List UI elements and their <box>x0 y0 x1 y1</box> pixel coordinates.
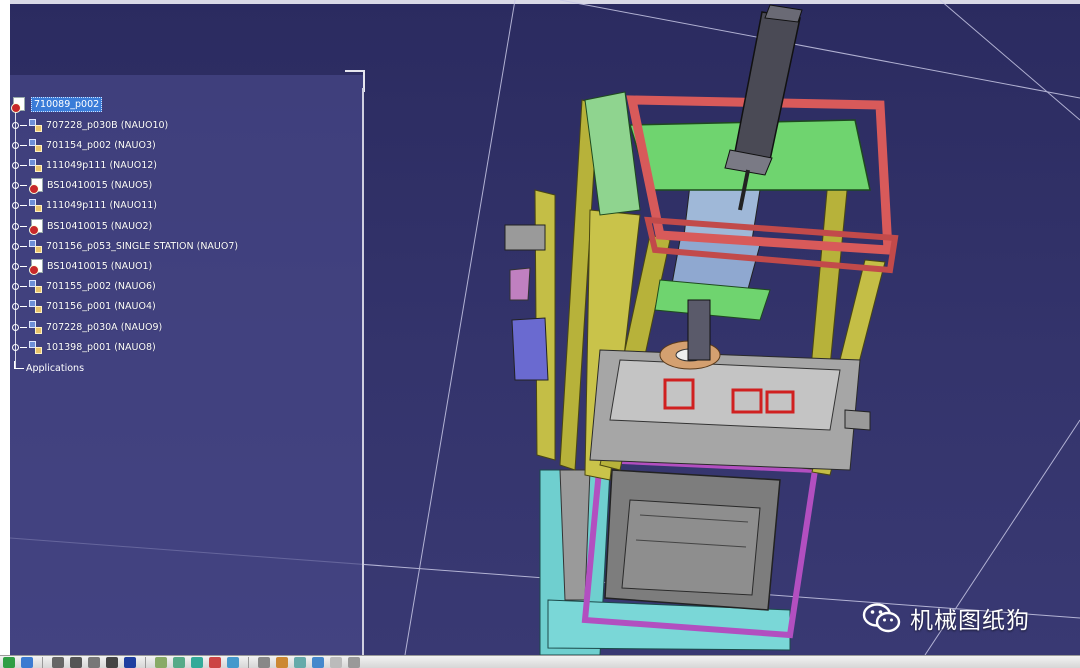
section-icon[interactable] <box>276 657 288 668</box>
spec-tree-item-label: 701155_p002 (NAUO6) <box>46 281 156 293</box>
spec-tree-item[interactable]: 111049p111 (NAUO12) <box>12 157 157 173</box>
camera-icon[interactable] <box>330 657 342 668</box>
product-icon <box>29 218 44 235</box>
tree-elbow-line <box>14 360 24 369</box>
bottom-toolbar <box>0 655 1080 668</box>
expand-node-icon[interactable] <box>12 303 19 311</box>
part-icon <box>29 118 42 132</box>
spec-tree-item-label: BS10410015 (NAUO1) <box>47 260 153 272</box>
expand-node-icon[interactable] <box>12 121 19 129</box>
part-icon <box>29 138 42 152</box>
tree-branch-line <box>20 225 27 227</box>
compass-icon[interactable] <box>3 657 15 668</box>
hide-show-icon[interactable] <box>209 657 221 668</box>
spec-tree-border <box>362 88 364 655</box>
spec-tree-applications[interactable]: Applications <box>14 360 85 375</box>
spec-tree-item-label: BS10410015 (NAUO5) <box>47 180 153 192</box>
spec-tree-item[interactable]: BS10410015 (NAUO1) <box>12 258 153 275</box>
product-icon <box>11 96 26 113</box>
tree-branch-line <box>20 205 27 207</box>
spec-tree-item[interactable]: 701155_p002 (NAUO6) <box>12 279 156 295</box>
tree-branch-line <box>20 164 27 166</box>
spec-tree-root-label[interactable]: 710089_p002 <box>31 96 103 112</box>
swap-visible-icon[interactable] <box>227 657 239 668</box>
watermark-text: 机械图纸狗 <box>910 608 1030 634</box>
part-icon <box>29 158 42 172</box>
wechat-icon <box>862 602 902 634</box>
iso-view-icon[interactable] <box>173 657 185 668</box>
rotate-icon[interactable] <box>70 657 82 668</box>
toolbar-separator <box>42 657 43 668</box>
spec-tree-item[interactable]: 701156_p053_SINGLE STATION (NAUO7) <box>12 238 238 254</box>
window-left-border <box>0 0 10 655</box>
spec-tree-item-label: 101398_p001 (NAUO8) <box>46 341 156 353</box>
spec-tree-item[interactable]: 111049p111 (NAUO11) <box>12 198 157 214</box>
product-icon <box>29 258 44 275</box>
spec-tree-item[interactable]: 101398_p001 (NAUO8) <box>12 339 156 355</box>
spec-tree-item[interactable]: BS10410015 (NAUO5) <box>12 178 153 195</box>
zoom-out-icon[interactable] <box>106 657 118 668</box>
spec-tree-item[interactable]: BS10410015 (NAUO2) <box>12 218 153 235</box>
pan-icon[interactable] <box>52 657 64 668</box>
part-icon <box>29 340 42 354</box>
toolbar-separator <box>248 657 249 668</box>
tree-branch-line <box>20 245 27 247</box>
part-icon <box>29 199 42 213</box>
spec-tree-item[interactable]: 701156_p001 (NAUO4) <box>12 299 156 315</box>
part-icon <box>29 320 42 334</box>
expand-node-icon[interactable] <box>12 323 19 331</box>
expand-node-icon[interactable] <box>12 262 19 270</box>
spec-tree-item-label: 701156_p001 (NAUO4) <box>46 301 156 313</box>
expand-node-icon[interactable] <box>12 222 19 230</box>
tree-branch-line <box>20 326 27 328</box>
spec-tree-item-label: 701154_p002 (NAUO3) <box>46 139 156 151</box>
applications-label: Applications <box>26 362 85 374</box>
expand-node-icon[interactable] <box>12 283 19 291</box>
watermark: 机械图纸狗 <box>862 600 1030 636</box>
render-icon[interactable] <box>312 657 324 668</box>
zoom-in-icon[interactable] <box>88 657 100 668</box>
spec-tree-item[interactable]: 701154_p002 (NAUO3) <box>12 137 156 153</box>
fit-all-icon[interactable] <box>21 657 33 668</box>
tree-branch-line <box>20 265 27 267</box>
spec-tree-root[interactable]: 710089_p002 <box>11 96 103 113</box>
toolbar-separator <box>145 657 146 668</box>
expand-node-icon[interactable] <box>12 343 19 351</box>
part-icon <box>29 300 42 314</box>
expand-node-icon[interactable] <box>12 161 19 169</box>
part-icon <box>29 239 42 253</box>
tree-branch-line <box>20 185 27 187</box>
tree-branch-line <box>20 286 27 288</box>
measure-icon[interactable] <box>258 657 270 668</box>
expand-node-icon[interactable] <box>12 182 19 190</box>
expand-node-icon[interactable] <box>12 202 19 210</box>
tree-branch-line <box>20 124 27 126</box>
spec-tree-item[interactable]: 707228_p030B (NAUO10) <box>12 117 168 133</box>
material-icon[interactable] <box>294 657 306 668</box>
part-icon <box>29 280 42 294</box>
spec-tree-item[interactable]: 707228_p030A (NAUO9) <box>12 319 162 335</box>
shading-icon[interactable] <box>191 657 203 668</box>
expand-node-icon[interactable] <box>12 141 19 149</box>
spec-tree-item-label: 707228_p030A (NAUO9) <box>46 321 163 333</box>
tree-branch-line <box>20 144 27 146</box>
product-icon <box>29 178 44 195</box>
spec-tree-item-label: BS10410015 (NAUO2) <box>47 220 153 232</box>
spec-tree-item-label: 111049p111 (NAUO12) <box>46 159 157 171</box>
tree-branch-line <box>20 346 27 348</box>
tree-branch-line <box>20 306 27 308</box>
snapshot-icon[interactable] <box>348 657 360 668</box>
spec-tree-item-label: 701156_p053_SINGLE STATION (NAUO7) <box>46 240 239 252</box>
expand-node-icon[interactable] <box>12 242 19 250</box>
spec-tree-item-label: 707228_p030B (NAUO10) <box>46 119 169 131</box>
multi-view-icon[interactable] <box>155 657 167 668</box>
normal-view-icon[interactable] <box>124 657 136 668</box>
spec-tree-item-label: 111049p111 (NAUO11) <box>46 200 157 212</box>
